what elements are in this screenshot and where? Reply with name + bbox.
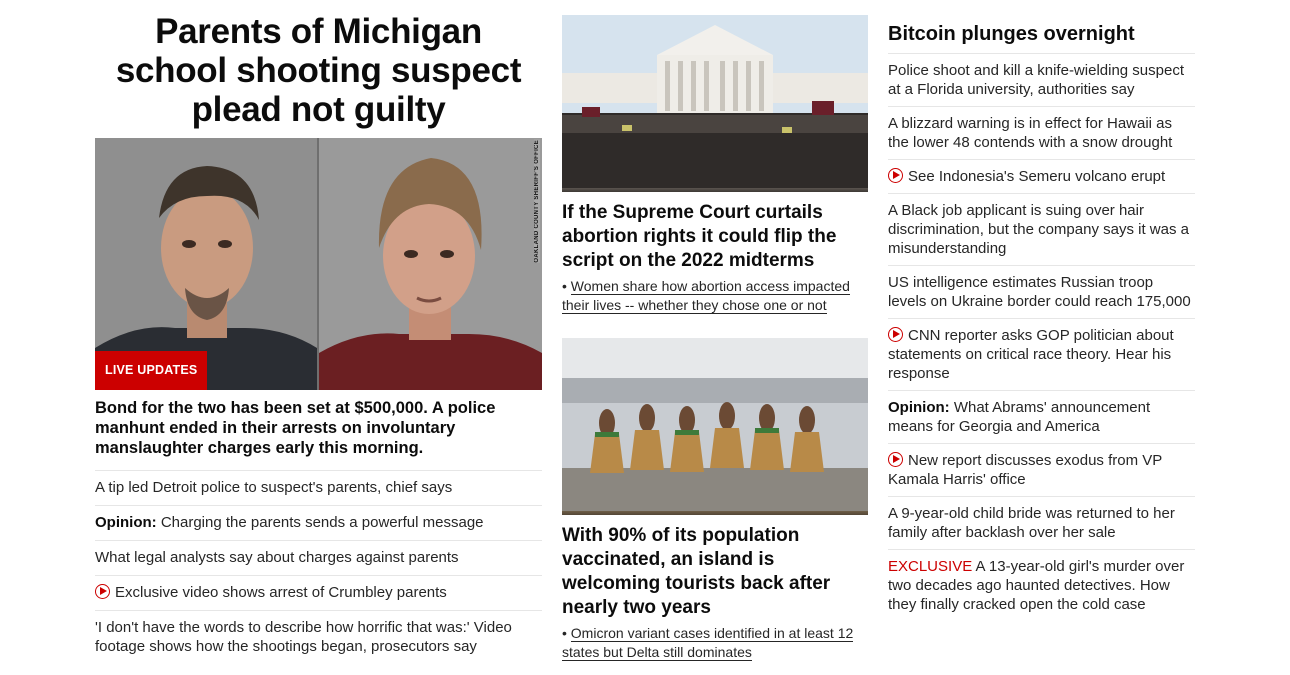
list-item[interactable]: Exclusive video shows arrest of Crumbley…: [95, 576, 542, 611]
lead-headline[interactable]: Parents of Michigan school shooting susp…: [95, 12, 542, 129]
omicron-sublink[interactable]: • Omicron variant cases identified in at…: [562, 624, 868, 662]
island-headline[interactable]: With 90% of its population vaccinated, a…: [562, 524, 868, 620]
story-island-vaccinated: With 90% of its population vaccinated, a…: [562, 338, 868, 662]
related-link[interactable]: Charging the parents sends a powerful me…: [161, 514, 484, 531]
play-icon: [95, 584, 110, 599]
play-icon: [888, 168, 903, 183]
related-link[interactable]: A tip led Detroit police to suspect's pa…: [95, 479, 452, 496]
lead-summary[interactable]: Bond for the two has been set at $500,00…: [95, 398, 542, 471]
list-item[interactable]: CNN reporter asks GOP politician about s…: [888, 319, 1195, 391]
headline-link[interactable]: New report discusses exodus from VP Kama…: [888, 452, 1162, 488]
bitcoin-headline[interactable]: Bitcoin plunges overnight: [888, 20, 1195, 54]
photo-credit: OAKLAND COUNTY SHERIFF'S OFFICE: [534, 140, 540, 263]
headline-link[interactable]: See Indonesia's Semeru volcano erupt: [908, 168, 1165, 185]
list-item[interactable]: 'I don't have the words to describe how …: [95, 611, 542, 664]
mugshot-mother: [319, 138, 542, 390]
list-item[interactable]: Opinion: What Abrams' announcement means…: [888, 391, 1195, 444]
lead-related-list: A tip led Detroit police to suspect's pa…: [95, 471, 542, 664]
dancers-photo[interactable]: [562, 338, 868, 515]
list-item[interactable]: Police shoot and kill a knife-wielding s…: [888, 54, 1195, 107]
lead-story: Parents of Michigan school shooting susp…: [95, 12, 542, 664]
list-item[interactable]: A 9-year-old child bride was returned to…: [888, 497, 1195, 550]
play-icon: [888, 327, 903, 342]
list-item[interactable]: US intelligence estimates Russian troop …: [888, 266, 1195, 319]
related-link[interactable]: Exclusive video shows arrest of Crumbley…: [115, 584, 447, 601]
headline-list: Police shoot and kill a knife-wielding s…: [888, 54, 1195, 621]
list-item[interactable]: A Black job applicant is suing over hair…: [888, 194, 1195, 266]
headline-list-column: Bitcoin plunges overnight Police shoot a…: [888, 20, 1195, 621]
supreme-court-headline[interactable]: If the Supreme Court curtails abortion r…: [562, 201, 868, 273]
headline-link[interactable]: CNN reporter asks GOP politician about s…: [888, 327, 1174, 382]
sublink-text: Women share how abortion access impacted…: [562, 278, 850, 314]
opinion-label: Opinion:: [95, 514, 157, 531]
list-item[interactable]: See Indonesia's Semeru volcano erupt: [888, 160, 1195, 194]
live-updates-badge[interactable]: LIVE UPDATES: [95, 351, 208, 390]
opinion-label: Opinion:: [888, 399, 950, 416]
headline-link[interactable]: A blizzard warning is in effect for Hawa…: [888, 115, 1172, 151]
headline-link[interactable]: Police shoot and kill a knife-wielding s…: [888, 62, 1184, 98]
headline-link[interactable]: A Black job applicant is suing over hair…: [888, 202, 1189, 257]
supreme-court-sublink[interactable]: • Women share how abortion access impact…: [562, 277, 868, 315]
list-item[interactable]: What legal analysts say about charges ag…: [95, 541, 542, 576]
headline-link[interactable]: A 9-year-old child bride was returned to…: [888, 505, 1175, 541]
related-link[interactable]: What legal analysts say about charges ag…: [95, 549, 459, 566]
related-link[interactable]: 'I don't have the words to describe how …: [95, 619, 512, 655]
play-icon: [888, 452, 903, 467]
list-item[interactable]: A tip led Detroit police to suspect's pa…: [95, 471, 542, 506]
list-item[interactable]: New report discusses exodus from VP Kama…: [888, 444, 1195, 497]
supreme-court-photo[interactable]: [562, 15, 868, 192]
story-supreme-court: If the Supreme Court curtails abortion r…: [562, 15, 868, 315]
list-item[interactable]: EXCLUSIVE A 13-year-old girl's murder ov…: [888, 550, 1195, 621]
headline-link[interactable]: US intelligence estimates Russian troop …: [888, 274, 1191, 310]
list-item[interactable]: A blizzard warning is in effect for Hawa…: [888, 107, 1195, 160]
exclusive-label: EXCLUSIVE: [888, 558, 973, 575]
sublink-text: Omicron variant cases identified in at l…: [562, 625, 854, 661]
secondary-stories: If the Supreme Court curtails abortion r…: [562, 15, 868, 662]
list-item[interactable]: Opinion: Charging the parents sends a po…: [95, 506, 542, 541]
lead-photo[interactable]: OAKLAND COUNTY SHERIFF'S OFFICE LIVE UPD…: [95, 138, 542, 390]
